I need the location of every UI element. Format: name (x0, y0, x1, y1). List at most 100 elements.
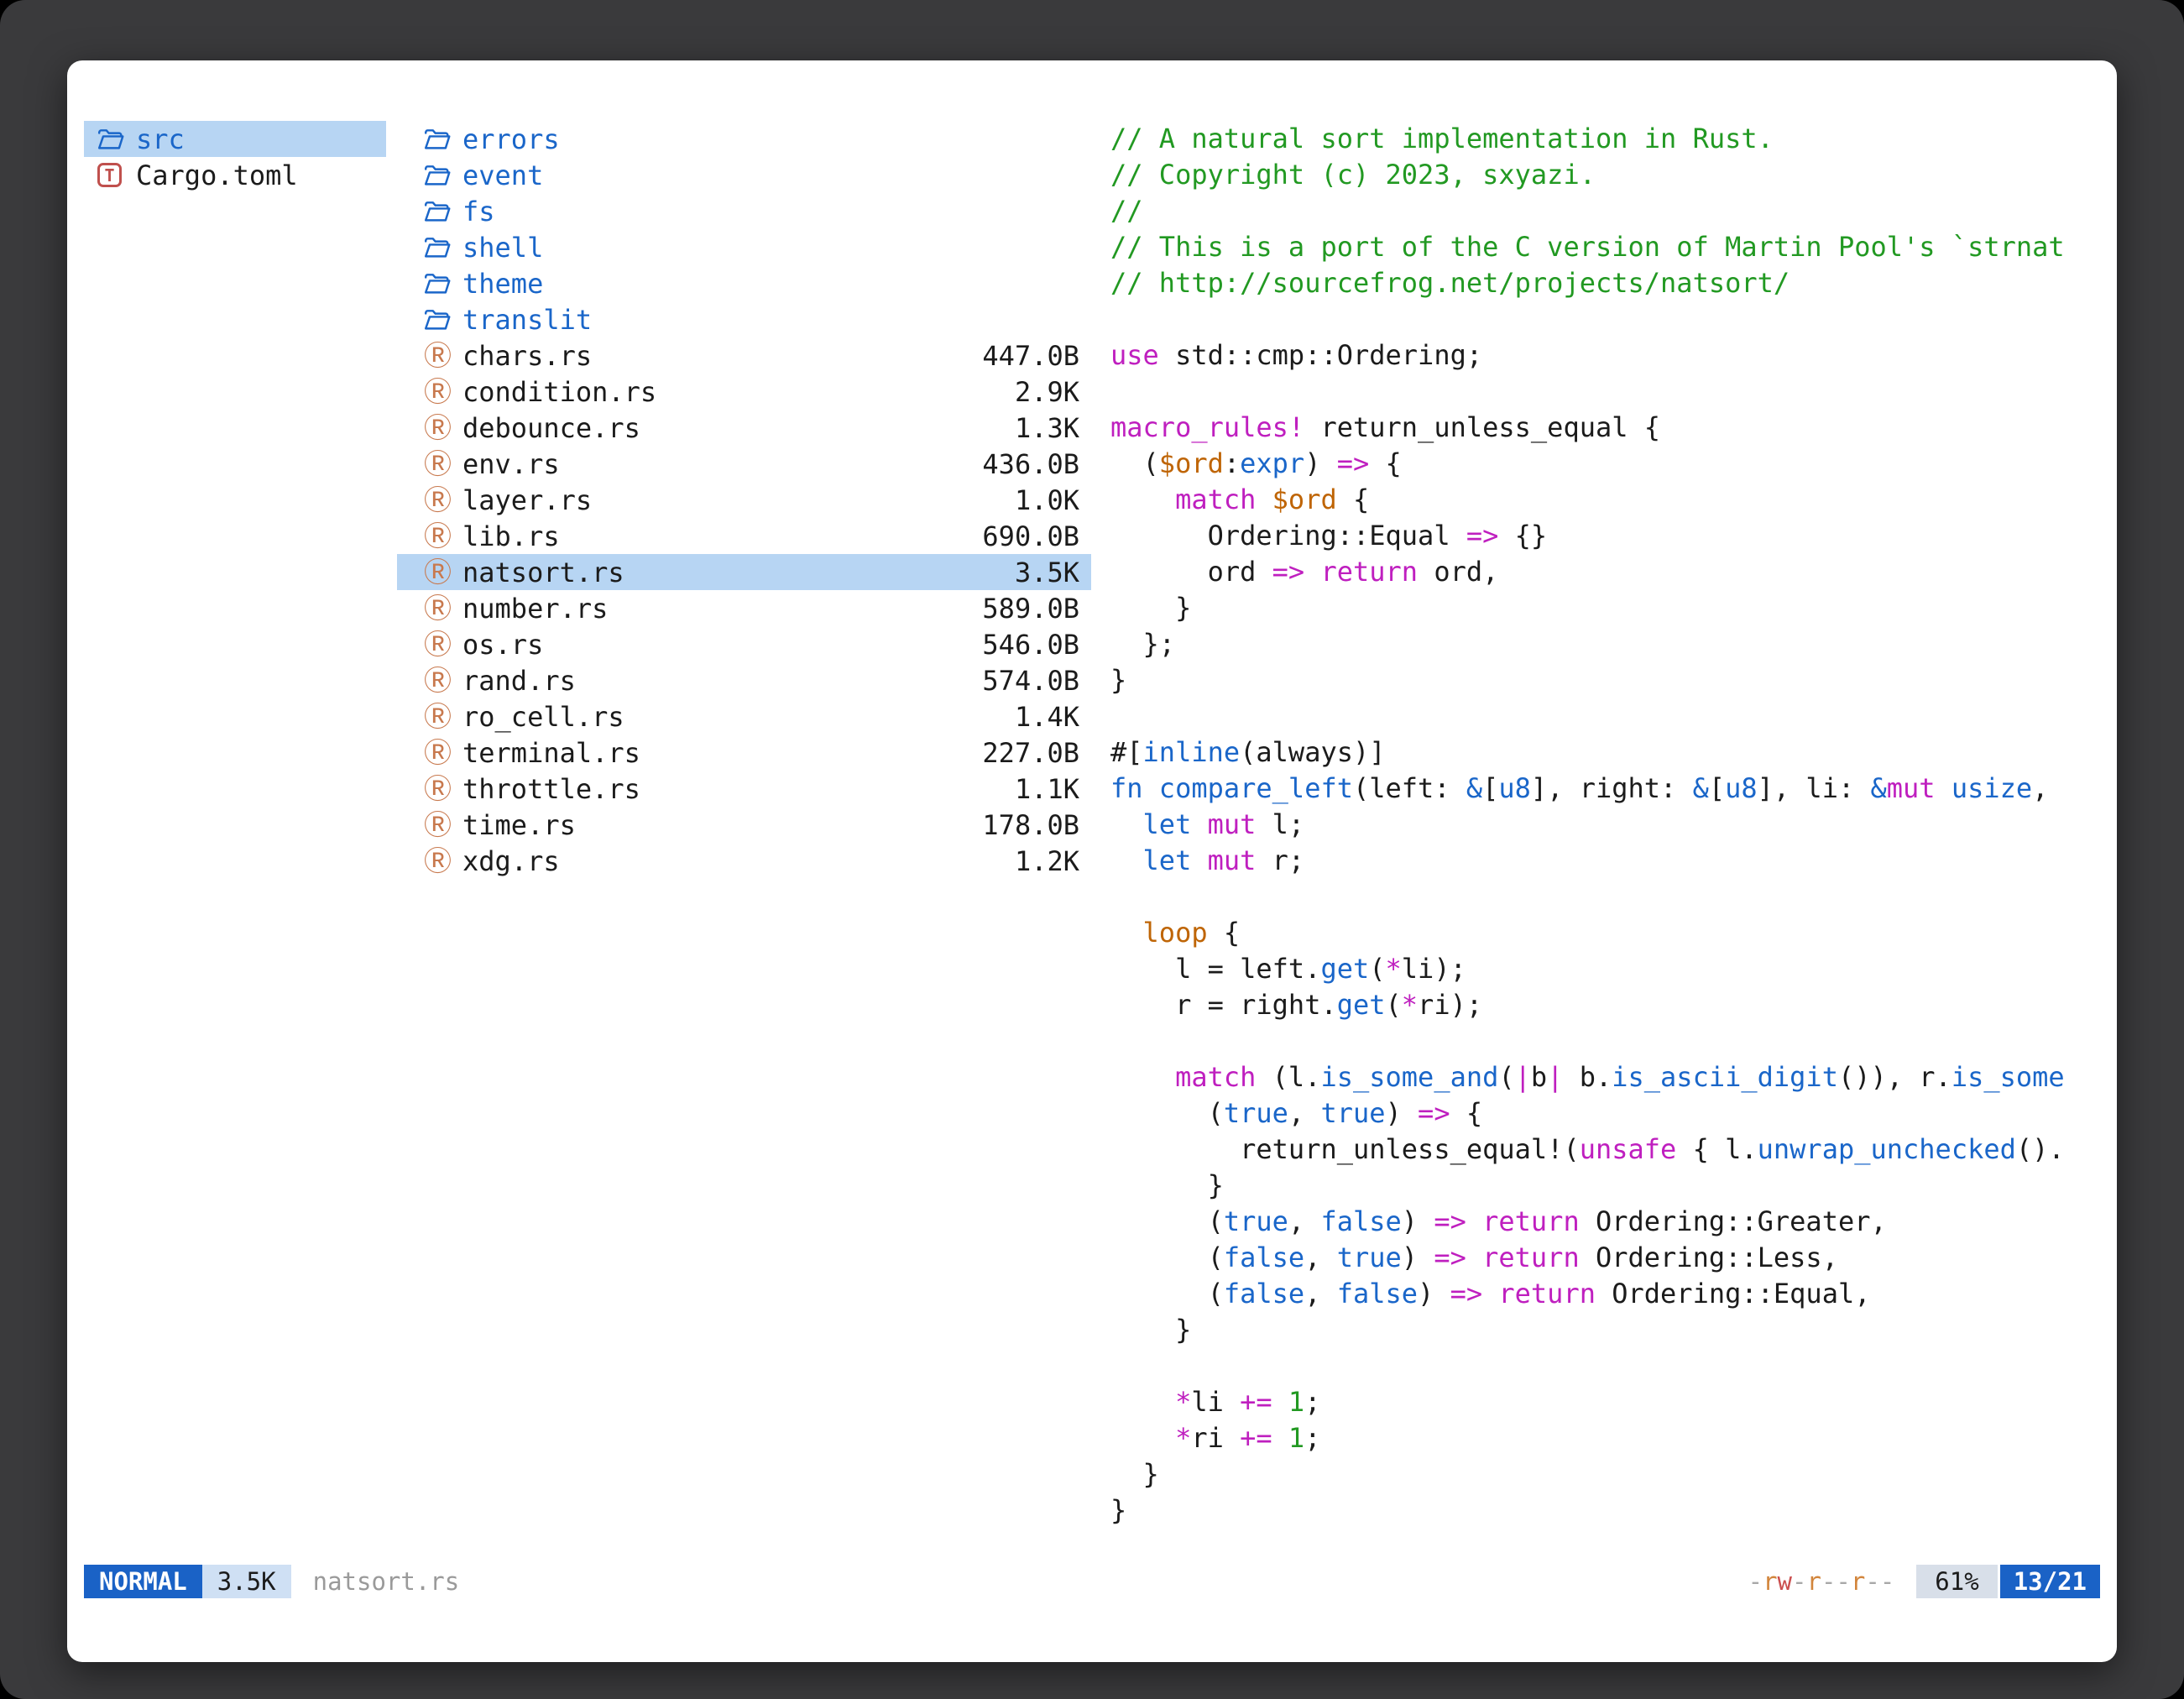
code-line: } (1110, 1312, 2105, 1348)
code-line: match (l.is_some_and(|b| b.is_ascii_digi… (1110, 1059, 2105, 1095)
code-line: } (1110, 1168, 2105, 1204)
file-preview-pane[interactable]: // A natural sort implementation in Rust… (1110, 121, 2105, 1529)
code-line: // Copyright (c) 2023, sxyazi. (1110, 157, 2105, 193)
rust-icon: Ⓡ (424, 378, 462, 405)
code-line (1110, 1023, 2105, 1059)
dir-row-errors[interactable]: errors (397, 121, 1091, 157)
file-row-natsort.rs[interactable]: Ⓡnatsort.rs3.5K (397, 554, 1091, 590)
code-line: // (1110, 193, 2105, 229)
entry-size: 1.3K (1015, 412, 1079, 444)
folder-open-icon (424, 164, 462, 186)
entry-size: 436.0B (982, 448, 1079, 480)
code-line: fn compare_left(left: &[u8], right: &[u8… (1110, 771, 2105, 807)
code-line (1110, 301, 2105, 337)
entry-name: xdg.rs (462, 845, 560, 877)
folder-open-icon (97, 128, 136, 150)
rust-icon: Ⓡ (424, 630, 462, 658)
code-line: let mut r; (1110, 843, 2105, 879)
file-row-throttle.rs[interactable]: Ⓡthrottle.rs 1.1K (397, 771, 1091, 807)
code-line (1110, 1348, 2105, 1384)
code-line (1110, 374, 2105, 410)
code-line: (false, true) => return Ordering::Less, (1110, 1240, 2105, 1276)
entry-size: 3.5K (1015, 557, 1079, 588)
entry-name: throttle.rs (462, 773, 640, 805)
entry-size: 447.0B (982, 340, 1079, 372)
dir-row-src[interactable]: src (84, 121, 386, 157)
entry-size: 1.1K (1015, 773, 1079, 805)
entry-name: condition.rs (462, 376, 656, 408)
dir-row-event[interactable]: event (397, 157, 1091, 193)
code-line: (false, false) => return Ordering::Equal… (1110, 1276, 2105, 1312)
entry-name: time.rs (462, 809, 576, 841)
code-line: r = right.get(*ri); (1110, 987, 2105, 1023)
file-manager-panes: srcTCargo.toml errorseventfsshelltheme tr… (84, 121, 2105, 1553)
code-line (1110, 698, 2105, 734)
entry-size: 1.0K (1015, 484, 1079, 516)
entry-name: os.rs (462, 629, 543, 661)
rust-icon: Ⓡ (424, 522, 462, 550)
entry-name: fs (462, 196, 495, 227)
code-line: return_unless_equal!(unsafe { l.unwrap_u… (1110, 1132, 2105, 1168)
file-row-debounce.rs[interactable]: Ⓡdebounce.rs 1.3K (397, 410, 1091, 446)
code-line: ord => return ord, (1110, 554, 2105, 590)
entry-size: 574.0B (982, 665, 1079, 697)
file-row-condition.rs[interactable]: Ⓡcondition.rs2.9K (397, 374, 1091, 410)
file-row-number.rs[interactable]: Ⓡnumber.rs589.0B (397, 590, 1091, 626)
rust-icon: Ⓡ (424, 414, 462, 442)
dir-row-fs[interactable]: fs (397, 193, 1091, 229)
rust-icon: Ⓡ (424, 703, 462, 730)
file-row-rand.rs[interactable]: Ⓡrand.rs574.0B (397, 662, 1091, 698)
code-line: macro_rules! return_unless_equal { (1110, 410, 2105, 446)
code-line: Ordering::Equal => {} (1110, 518, 2105, 554)
entry-name: chars.rs (462, 340, 592, 372)
file-row-env.rs[interactable]: Ⓡenv.rs 436.0B (397, 446, 1091, 482)
folder-open-icon (424, 200, 462, 222)
parent-directory-pane[interactable]: srcTCargo.toml (84, 121, 386, 193)
status-bar: NORMAL 3.5K natsort.rs -rw-r--r-- 61% 13… (84, 1565, 2100, 1598)
folder-open-icon (424, 272, 462, 295)
entry-name: env.rs (462, 448, 560, 480)
file-row-chars.rs[interactable]: Ⓡchars.rs 447.0B (397, 337, 1091, 374)
entry-name: layer.rs (462, 484, 592, 516)
entry-name: terminal.rs (462, 737, 640, 769)
file-row-terminal.rs[interactable]: Ⓡterminal.rs227.0B (397, 734, 1091, 771)
status-filename: natsort.rs (313, 1567, 460, 1596)
entry-name: debounce.rs (462, 412, 640, 444)
file-row-lib.rs[interactable]: Ⓡlib.rs690.0B (397, 518, 1091, 554)
entry-name: ro_cell.rs (462, 701, 624, 733)
file-row-Cargo.toml[interactable]: TCargo.toml (84, 157, 386, 193)
rust-icon: Ⓡ (424, 486, 462, 514)
file-row-xdg.rs[interactable]: Ⓡxdg.rs 1.2K (397, 843, 1091, 879)
rust-icon: Ⓡ (424, 811, 462, 839)
rust-icon: Ⓡ (424, 594, 462, 622)
current-directory-pane[interactable]: errorseventfsshellthemetranslitⓇchars.rs… (397, 121, 1091, 879)
code-line: l = left.get(*li); (1110, 951, 2105, 987)
file-row-layer.rs[interactable]: Ⓡlayer.rs 1.0K (397, 482, 1091, 518)
dir-row-translit[interactable]: translit (397, 301, 1091, 337)
rust-icon: Ⓡ (424, 775, 462, 802)
dir-row-theme[interactable]: theme (397, 265, 1091, 301)
file-row-time.rs[interactable]: Ⓡtime.rs178.0B (397, 807, 1091, 843)
file-row-os.rs[interactable]: Ⓡos.rs546.0B (397, 626, 1091, 662)
yazi-file-manager-window: srcTCargo.toml errorseventfsshelltheme tr… (67, 60, 2117, 1662)
code-line: // This is a port of the C version of Ma… (1110, 229, 2105, 265)
code-line: } (1110, 1456, 2105, 1493)
entry-name: translit (462, 304, 592, 336)
folder-open-icon (424, 308, 462, 331)
entry-name: natsort.rs (462, 557, 624, 588)
entry-size: 1.2K (1015, 845, 1079, 877)
rust-icon: Ⓡ (424, 667, 462, 694)
code-line: } (1110, 662, 2105, 698)
code-line: *li += 1; (1110, 1384, 2105, 1420)
code-line: } (1110, 1493, 2105, 1529)
code-line: match $ord { (1110, 482, 2105, 518)
code-line: // http://sourcefrog.net/projects/natsor… (1110, 265, 2105, 301)
entry-name: theme (462, 268, 543, 300)
rust-icon: Ⓡ (424, 847, 462, 875)
rust-icon: Ⓡ (424, 342, 462, 369)
file-row-ro_cell.rs[interactable]: Ⓡro_cell.rs1.4K (397, 698, 1091, 734)
rust-icon: Ⓡ (424, 450, 462, 478)
status-bar-right: -rw-r--r-- 61% 13/21 (1748, 1565, 2100, 1598)
dir-row-shell[interactable]: shell (397, 229, 1091, 265)
code-line: use std::cmp::Ordering; (1110, 337, 2105, 374)
